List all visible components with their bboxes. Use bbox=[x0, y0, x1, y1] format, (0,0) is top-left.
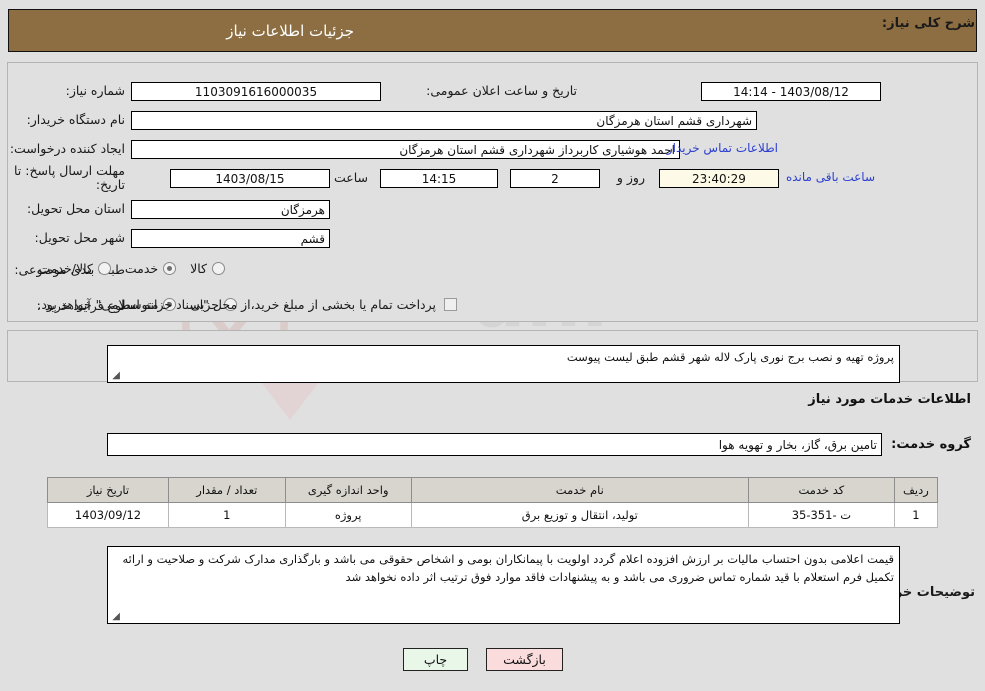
deadline-date-value: 1403/08/15 bbox=[170, 169, 330, 188]
buyer-org-label: نام دستگاه خریدار: bbox=[26, 112, 125, 127]
cell-need-date: 1403/09/12 bbox=[47, 502, 169, 528]
deadline-label-wrap: مهلت ارسال پاسخ: تا تاریخ: bbox=[10, 164, 125, 192]
requester-label-wrap: ایجاد کننده درخواست: bbox=[10, 141, 125, 156]
city-label: شهر محل تحویل: bbox=[34, 230, 125, 245]
province-label: استان محل تحویل: bbox=[26, 201, 125, 216]
radio-category-khedmat-label: خدمت bbox=[124, 261, 159, 276]
remaining-suffix-wrap: ساعت باقی مانده bbox=[786, 170, 875, 184]
services-table: ردیف کد خدمت نام خدمت واحد اندازه گیری ت… bbox=[47, 477, 939, 528]
service-group-label: گروه خدمت: bbox=[891, 437, 971, 452]
back-button[interactable]: بازگشت bbox=[486, 648, 563, 671]
radio-category-khedmat[interactable] bbox=[163, 262, 177, 275]
radio-category-kala-khedmat[interactable] bbox=[97, 262, 111, 275]
requester-value: احمد هوشیاری کاربرداز شهرداری قشم استان … bbox=[131, 140, 680, 159]
announce-datetime-label: تاریخ و ساعت اعلان عمومی: bbox=[426, 83, 577, 98]
service-group-value: تامین برق، گاز، بخار و تهویه هوا bbox=[107, 433, 882, 456]
services-section-heading: اطلاعات خدمات مورد نیاز bbox=[808, 392, 971, 407]
th-need-date: تاریخ نیاز bbox=[47, 477, 169, 503]
th-service-name: نام خدمت bbox=[410, 477, 750, 503]
remaining-days-label: روز و bbox=[616, 170, 645, 185]
remaining-suffix-label: ساعت باقی مانده bbox=[785, 170, 875, 184]
buyer-contact-link[interactable]: اطلاعات تماس خریدار bbox=[667, 141, 778, 155]
buyer-org-label-wrap: نام دستگاه خریدار: bbox=[27, 112, 125, 127]
table-header-row: ردیف کد خدمت نام خدمت واحد اندازه گیری ت… bbox=[47, 477, 939, 503]
notes-resize-grip-icon[interactable]: ◢ bbox=[110, 612, 120, 622]
contact-link-wrap[interactable]: اطلاعات تماس خریدار bbox=[667, 141, 778, 155]
radio-category-kala[interactable] bbox=[212, 262, 225, 275]
deadline-hour-label-wrap: ساعت bbox=[334, 170, 368, 185]
radio-category-kala-khedmat-label: کالا/خدمت bbox=[38, 261, 93, 276]
deadline-time-value: 14:15 bbox=[380, 169, 498, 188]
requester-label: ایجاد کننده درخواست: bbox=[9, 141, 125, 156]
deadline-label: مهلت ارسال پاسخ: تا تاریخ: bbox=[14, 163, 125, 192]
need-number-label: شماره نیاز: bbox=[65, 83, 125, 98]
treasury-checkbox-group: پرداخت تمام یا بخشی از مبلغ خرید،از محل … bbox=[37, 297, 457, 312]
category-radio-group: کالا خدمت کالا/خدمت bbox=[24, 261, 225, 276]
cell-row-no: 1 bbox=[893, 502, 939, 528]
page-header: جزئیات اطلاعات نیاز bbox=[8, 9, 977, 52]
description-label: شرح کلی نیاز: bbox=[881, 16, 975, 31]
need-number-label-wrap: شماره نیاز: bbox=[66, 83, 125, 98]
description-textarea[interactable]: پروژه تهیه و نصب برج نوری پارک لاله شهر … bbox=[107, 345, 900, 383]
need-number-value: 1103091616000035 bbox=[131, 82, 381, 101]
page-title: جزئیات اطلاعات نیاز bbox=[226, 21, 354, 40]
announce-datetime-label-wrap: تاریخ و ساعت اعلان عمومی: bbox=[426, 83, 577, 98]
remaining-days-label-wrap: روز و bbox=[617, 170, 645, 185]
th-unit: واحد اندازه گیری bbox=[284, 477, 412, 503]
city-label-wrap: شهر محل تحویل: bbox=[35, 230, 125, 245]
remaining-days-value: 2 bbox=[510, 169, 600, 188]
cell-quantity: 1 bbox=[167, 502, 286, 528]
description-value: پروژه تهیه و نصب برج نوری پارک لاله شهر … bbox=[566, 350, 894, 364]
treasury-checkbox-label: پرداخت تمام یا بخشی از مبلغ خرید،از محل … bbox=[37, 297, 436, 312]
buyer-org-value: شهرداری قشم استان هرمزگان bbox=[131, 111, 757, 130]
th-service-code: کد خدمت bbox=[748, 477, 895, 503]
province-value: هرمزگان bbox=[131, 200, 330, 219]
cell-service-name: تولید، انتقال و توزیع برق bbox=[410, 502, 750, 528]
need-info-panel bbox=[7, 62, 978, 322]
cell-service-code: ت -351-35 bbox=[748, 502, 895, 528]
print-button[interactable]: چاپ bbox=[403, 648, 468, 671]
notes-value: قیمت اعلامی بدون احتساب مالیات بر ارزش ا… bbox=[122, 552, 894, 584]
province-label-wrap: استان محل تحویل: bbox=[27, 201, 125, 216]
radio-category-kala-label: کالا bbox=[190, 261, 207, 276]
city-value: قشم bbox=[131, 229, 330, 248]
remaining-time-value: 23:40:29 bbox=[659, 169, 779, 188]
th-row-no: ردیف bbox=[893, 477, 939, 503]
announce-datetime-value: 1403/08/12 - 14:14 bbox=[701, 82, 881, 101]
deadline-hour-label: ساعت bbox=[333, 170, 368, 185]
cell-unit: پروژه bbox=[284, 502, 412, 528]
table-row: 1 ت -351-35 تولید، انتقال و توزیع برق پر… bbox=[47, 502, 939, 528]
notes-textarea[interactable]: قیمت اعلامی بدون احتساب مالیات بر ارزش ا… bbox=[107, 546, 900, 624]
treasury-checkbox[interactable] bbox=[444, 298, 457, 311]
resize-grip-icon[interactable]: ◢ bbox=[110, 371, 120, 381]
th-quantity: تعداد / مقدار bbox=[167, 477, 286, 503]
